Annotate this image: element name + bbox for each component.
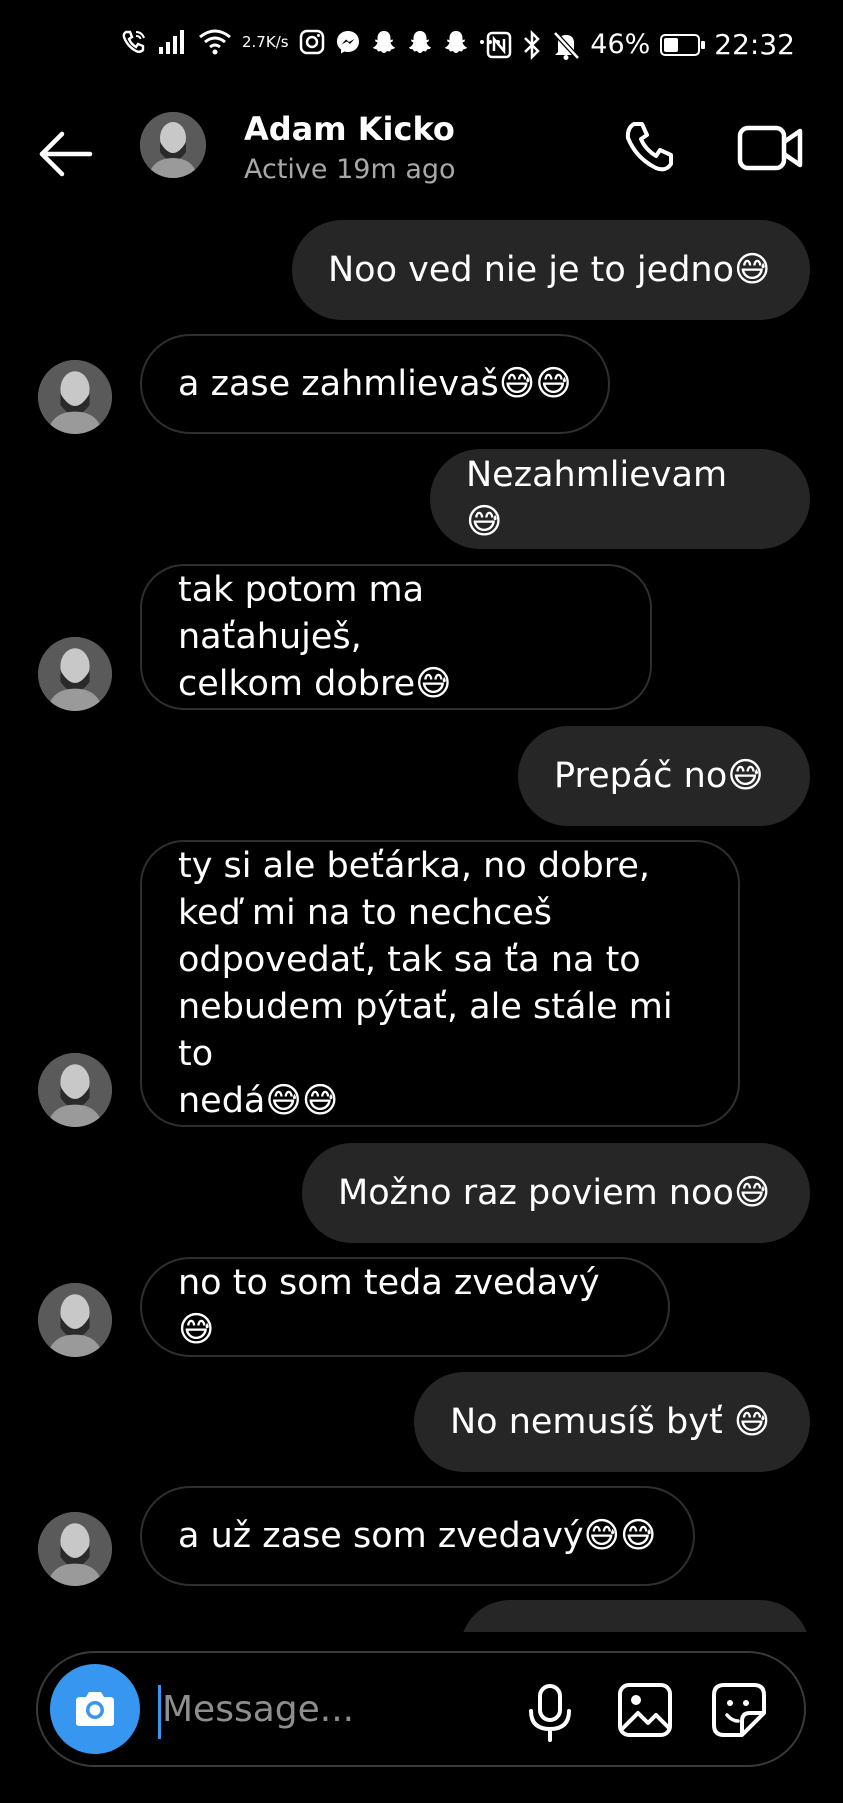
phone-icon (625, 122, 673, 172)
message-avatar (38, 1283, 112, 1357)
sticker-button[interactable] (710, 1681, 768, 1739)
received-message[interactable]: ty si ale beťárka, no dobre, keď mi na t… (140, 840, 740, 1127)
gallery-button[interactable] (616, 1681, 674, 1739)
sent-message[interactable]: Nezahmlievam 😅 (430, 449, 810, 549)
microphone-icon (529, 1684, 571, 1742)
camera-icon (76, 1692, 114, 1726)
chat-screen: 2.7 K/s 46% 22:32 Adam Kicko Active 19m … (0, 0, 843, 1803)
text-cursor (158, 1685, 161, 1739)
camera-button[interactable] (50, 1664, 140, 1754)
received-message[interactable]: tak potom ma naťahuješ, celkom dobre😅 (140, 564, 652, 710)
net-speed-value: 2.7 (242, 32, 266, 51)
message-clip (460, 1600, 810, 1632)
sent-message[interactable]: Noo ved nie je to jedno😅 (292, 220, 810, 320)
snapchat-icon (371, 29, 397, 55)
signal-icon (158, 29, 188, 55)
status-right: 46% 22:32 (486, 28, 795, 61)
message-avatar (38, 1053, 112, 1127)
wifi-call-icon (120, 28, 148, 56)
voice-call-button[interactable] (620, 118, 680, 178)
image-icon (618, 1683, 672, 1737)
bell-off-icon (552, 30, 581, 60)
received-message[interactable]: a zase zahmlievaš😅😅 (140, 334, 610, 434)
contact-name[interactable]: Adam Kicko (244, 110, 455, 148)
chat-header: Adam Kicko Active 19m ago (0, 100, 843, 210)
contact-avatar[interactable] (140, 112, 206, 178)
messenger-icon (335, 29, 361, 55)
net-speed-unit: K/s (265, 32, 289, 51)
received-message[interactable]: a už zase som zvedavý😅😅 (140, 1486, 695, 1586)
voice-message-button[interactable] (524, 1683, 576, 1743)
message-avatar (38, 360, 112, 434)
instagram-icon (299, 29, 325, 55)
sticker-icon (712, 1683, 766, 1737)
nfc-icon (486, 31, 512, 59)
sent-message[interactable] (460, 1600, 810, 1632)
snapchat-icon (443, 29, 469, 55)
message-avatar (38, 637, 112, 711)
sent-message[interactable]: Možno raz poviem noo😅 (302, 1143, 810, 1243)
contact-status: Active 19m ago (244, 154, 456, 185)
sent-message[interactable]: No nemusíš byť 😅 (414, 1372, 810, 1472)
status-left: 2.7 K/s (120, 28, 501, 56)
snapchat-icon (407, 29, 433, 55)
wifi-icon (198, 28, 232, 56)
status-bar: 2.7 K/s 46% 22:32 (0, 0, 843, 100)
message-composer (36, 1651, 806, 1767)
message-input[interactable] (162, 1677, 462, 1741)
avatar-image (140, 112, 206, 178)
video-call-button[interactable] (736, 118, 806, 178)
battery-percent: 46% (590, 29, 651, 60)
message-avatar (38, 1512, 112, 1586)
sent-message[interactable]: Prepáč no😅 (518, 726, 810, 826)
battery-fill (664, 37, 679, 52)
net-speed: 2.7 K/s (242, 32, 289, 51)
clock: 22:32 (714, 28, 795, 61)
bluetooth-icon (522, 29, 542, 60)
battery-icon (660, 33, 706, 56)
video-camera-icon (737, 125, 803, 171)
arrow-left-icon (39, 131, 93, 177)
received-message[interactable]: no to som teda zvedavý😅 (140, 1257, 670, 1357)
back-button[interactable] (36, 124, 96, 184)
